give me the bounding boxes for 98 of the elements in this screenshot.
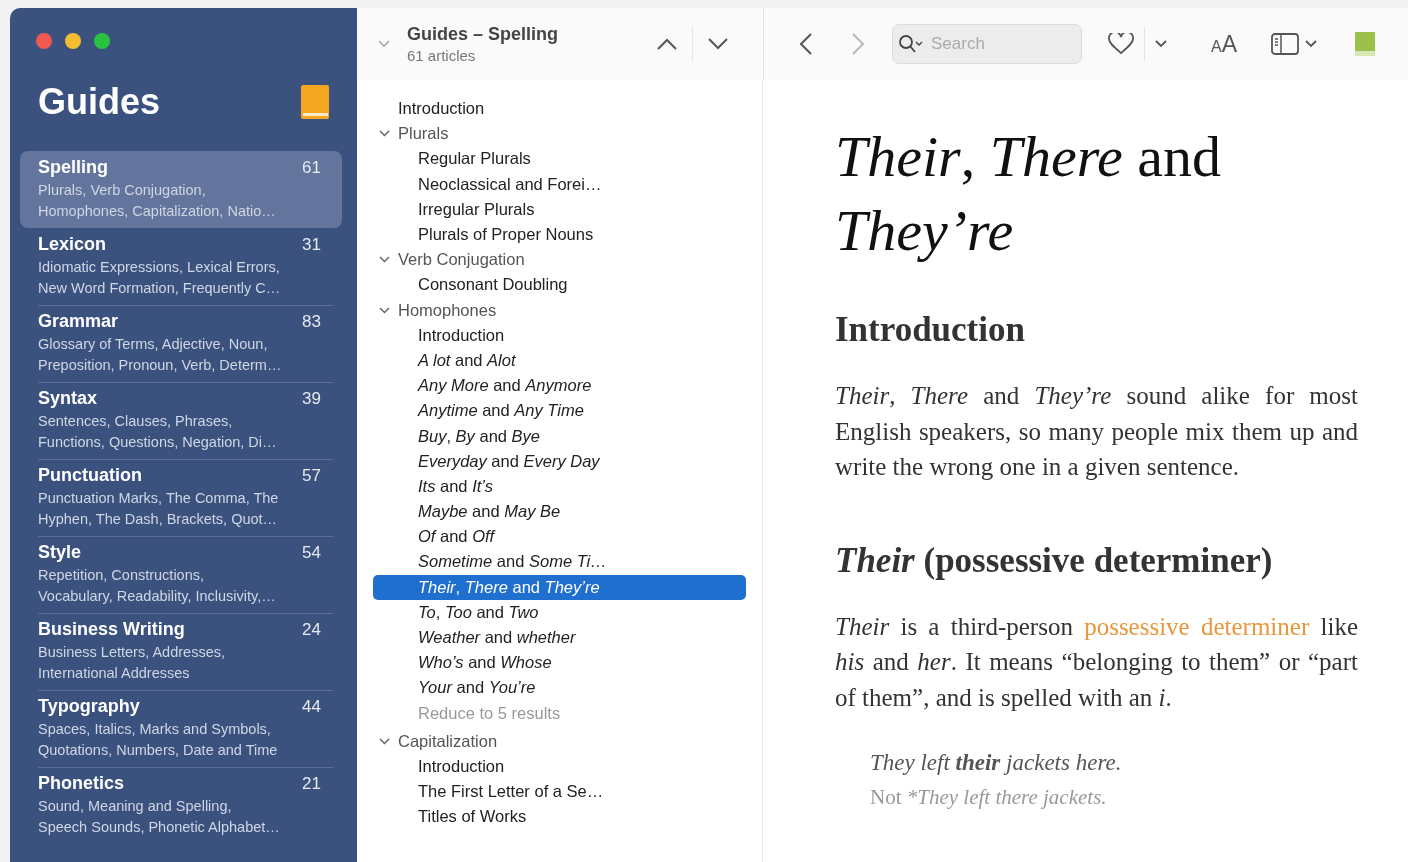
category-summary: Vocabulary, Readability, Inclusivity,… bbox=[38, 587, 277, 606]
category-summary: Hyphen, The Dash, Brackets, Quot… bbox=[38, 510, 279, 529]
book-icon bbox=[300, 84, 330, 120]
tree-item[interactable]: To, Too and Two bbox=[373, 599, 746, 625]
tree-item[interactable]: Maybe and May Be bbox=[373, 499, 746, 525]
tree-item[interactable]: Irregular Plurals bbox=[373, 196, 746, 222]
category-summary: Speech Sounds, Phonetic Alphabet… bbox=[38, 818, 281, 837]
category-item[interactable]: Business Writing 24 Business Letters, Addresses, International Addresses bbox=[20, 613, 342, 690]
category-summary: Sound, Meaning and Spelling, bbox=[38, 797, 233, 816]
tree-item[interactable]: Your and You’re bbox=[373, 675, 746, 701]
paragraph: Their is a third-person possessive determiner like his and her. It means “belonging to them” or “part of them”, and is spelled with an i. bbox=[835, 611, 1358, 713]
category-summary: New Word Formation, Frequently C… bbox=[38, 279, 282, 298]
tree-item[interactable]: Regular Plurals bbox=[373, 146, 746, 172]
category-name: Style bbox=[38, 541, 82, 564]
tree-item[interactable]: Everyday and Every Day bbox=[373, 448, 746, 474]
category-name: Business Writing bbox=[38, 618, 185, 641]
category-item[interactable]: Phonetics 21 Sound, Meaning and Spelling, Speech Sounds, Phonetic Alphabet… bbox=[20, 767, 342, 844]
incorrect-example: Not *They left there jackets. bbox=[870, 784, 1108, 811]
disclosure-chevron-icon[interactable] bbox=[379, 256, 390, 264]
tree-item[interactable]: Its and It’s bbox=[373, 473, 746, 499]
tree-item[interactable]: Introduction bbox=[373, 753, 746, 780]
tree-item[interactable]: Neoclassical and Forei… bbox=[373, 171, 746, 197]
tree-item[interactable]: Weather and whether bbox=[373, 624, 746, 651]
category-summary: Business Letters, Addresses, bbox=[38, 643, 226, 662]
chevron-down-icon[interactable] bbox=[708, 38, 728, 50]
heart-icon[interactable] bbox=[1108, 33, 1134, 55]
category-summary: Functions, Questions, Negation, Di… bbox=[38, 433, 278, 452]
category-item[interactable]: Typography 44 Spaces, Italics, Marks and Symbols, Quotations, Numbers, Date and Time bbox=[20, 690, 342, 767]
tree-item[interactable]: Titles of Works bbox=[373, 804, 746, 830]
tree-item[interactable]: The First Letter of a Se… bbox=[373, 779, 746, 805]
category-item[interactable]: Spelling 61 Plurals, Verb Conjugation, Homophones, Capitalization, Natio… bbox=[20, 151, 342, 228]
tree-item[interactable]: Their, There and They’re bbox=[373, 574, 746, 600]
category-item[interactable]: Grammar 83 Glossary of Terms, Adjective, Noun, Preposition, Pronoun, Verb, Determ… bbox=[20, 305, 342, 382]
article-count: 24 bbox=[302, 620, 321, 640]
article-count: 61 bbox=[302, 158, 321, 178]
category-name: Grammar bbox=[38, 310, 119, 333]
sidebar-icon[interactable] bbox=[1271, 33, 1299, 55]
chevron-down-icon[interactable] bbox=[1155, 40, 1167, 48]
tree-item[interactable]: Consonant Doubling bbox=[373, 272, 746, 298]
category-name: Lexicon bbox=[38, 233, 107, 256]
tree-item[interactable]: Any More and Anymore bbox=[373, 373, 746, 399]
category-summary: International Addresses bbox=[38, 664, 191, 683]
category-name: Typography bbox=[38, 695, 140, 718]
article-count: 44 bbox=[302, 697, 321, 717]
paragraph: Their, There and They’re sound alike for most English speakers, so many people mix them up and write the wrong one in a given sentence. bbox=[835, 381, 1358, 482]
category-name: Phonetics bbox=[38, 772, 125, 795]
search-field[interactable]: Search bbox=[892, 24, 1082, 64]
tree-item[interactable]: Capitalization bbox=[373, 728, 746, 754]
category-summary: Glossary of Terms, Adjective, Noun, bbox=[38, 335, 269, 354]
category-summary: Homophones, Capitalization, Natio… bbox=[38, 202, 277, 221]
tree-item[interactable]: Sometime and Some Ti… bbox=[373, 549, 746, 575]
tree-item[interactable]: Buy, By and Bye bbox=[373, 423, 746, 449]
tree-item[interactable]: Introduction bbox=[373, 96, 746, 122]
search-icon bbox=[898, 34, 924, 54]
zoom-window-button[interactable] bbox=[94, 33, 110, 49]
chevron-up-icon[interactable] bbox=[657, 38, 677, 50]
tree-item[interactable]: Plurals of Proper Nouns bbox=[373, 221, 746, 248]
sidebar-title: Guides bbox=[38, 81, 161, 123]
category-item[interactable]: Style 54 Repetition, Constructions, Vocabulary, Readability, Inclusivity,… bbox=[20, 536, 342, 613]
category-summary: Idiomatic Expressions, Lexical Errors, bbox=[38, 258, 281, 277]
disclosure-chevron-icon[interactable] bbox=[379, 737, 390, 745]
text-size-button[interactable]: AA bbox=[1211, 30, 1237, 58]
tree-item[interactable]: Verb Conjugation bbox=[373, 247, 746, 273]
category-summary: Quotations, Numbers, Date and Time bbox=[38, 741, 279, 760]
article-title: Their, There and They’re bbox=[835, 123, 1223, 265]
tree-item[interactable]: Plurals bbox=[373, 121, 746, 147]
category-item[interactable]: Lexicon 31 Idiomatic Expressions, Lexical Errors, New Word Formation, Frequently C… bbox=[20, 228, 342, 305]
tree-item[interactable]: A lot and Alot bbox=[373, 347, 746, 374]
article-count: 39 bbox=[302, 389, 321, 409]
article-count: 31 bbox=[302, 235, 321, 255]
tree-item[interactable]: Who’s and Whose bbox=[373, 650, 746, 676]
article-count: 54 bbox=[302, 543, 321, 563]
category-summary: Repetition, Constructions, bbox=[38, 566, 206, 585]
category-item[interactable]: Punctuation 57 Punctuation Marks, The Comma, The Hyphen, The Dash, Brackets, Quot… bbox=[20, 459, 342, 536]
article-count: 21 bbox=[302, 774, 321, 794]
category-name: Spelling bbox=[38, 156, 108, 179]
category-summary: Plurals, Verb Conjugation, bbox=[38, 181, 207, 200]
chevron-down-icon[interactable] bbox=[1305, 40, 1317, 48]
article-count: 57 bbox=[302, 466, 321, 486]
article-count: 83 bbox=[302, 312, 321, 332]
section-heading: Introduction bbox=[835, 309, 1026, 351]
tree-item[interactable]: Of and Off bbox=[373, 524, 746, 550]
minimize-window-button[interactable] bbox=[65, 33, 81, 49]
disclosure-chevron-icon[interactable] bbox=[379, 130, 390, 138]
tree-item[interactable]: Anytime and Any Time bbox=[373, 398, 746, 424]
category-summary: Sentences, Clauses, Phrases, bbox=[38, 412, 234, 431]
category-summary: Spaces, Italics, Marks and Symbols, bbox=[38, 720, 272, 739]
category-name: Syntax bbox=[38, 387, 98, 410]
article-count-label: 61 articles bbox=[407, 47, 477, 64]
tree-item[interactable]: Introduction bbox=[373, 322, 746, 348]
section-heading: Their (possessive determiner) bbox=[835, 539, 1274, 582]
tree-item[interactable]: Homophones bbox=[373, 297, 746, 323]
disclosure-chevron-icon[interactable] bbox=[379, 306, 390, 314]
category-summary: Preposition, Pronoun, Verb, Determ… bbox=[38, 356, 283, 375]
category-item[interactable]: Syntax 39 Sentences, Clauses, Phrases, Functions, Questions, Negation, Di… bbox=[20, 382, 342, 459]
category-summary: Punctuation Marks, The Comma, The bbox=[38, 489, 280, 508]
list-title: Guides – Spelling bbox=[407, 24, 560, 45]
category-name: Punctuation bbox=[38, 464, 142, 487]
